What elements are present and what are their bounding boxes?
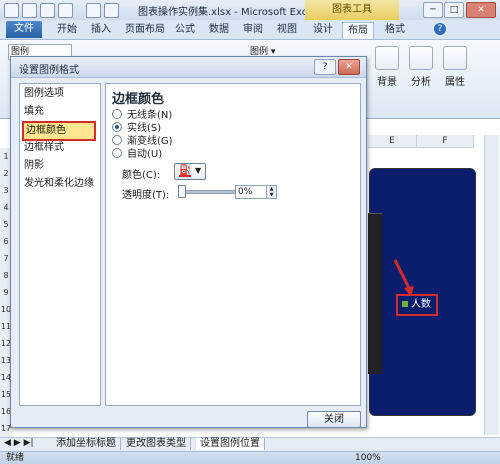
- legend-swatch: [402, 301, 408, 307]
- minimize-button[interactable]: ─: [423, 2, 443, 18]
- excel-logo-icon: [4, 3, 19, 18]
- plot-area[interactable]: [368, 213, 382, 374]
- chart-tools-label: 图表工具: [305, 0, 399, 20]
- zoom-level[interactable]: 100%: [355, 452, 381, 464]
- transparency-input[interactable]: 0%: [235, 185, 267, 199]
- tab-layout[interactable]: 布局: [342, 22, 374, 39]
- category-fill[interactable]: 填充: [24, 104, 44, 120]
- sheet-tab-add-axis-title[interactable]: 添加坐标标题: [52, 438, 121, 450]
- radio-solid-line[interactable]: [112, 122, 122, 132]
- transparency-slider-thumb[interactable]: [178, 185, 186, 198]
- sheet-tab-change-chart-type[interactable]: 更改图表类型: [122, 438, 191, 450]
- analysis-label: 分析: [411, 77, 431, 88]
- category-legend-options[interactable]: 图例选项: [24, 86, 64, 102]
- ribbon-tabs: 文件 开始 插入 页面布局 公式 数据 审阅 视图 设计 布局 格式 ?: [0, 20, 500, 40]
- transparency-slider-track[interactable]: [182, 190, 236, 194]
- color-label: 颜色(C):: [122, 170, 161, 181]
- title-bar: 图表操作实例集.xlsx - Microsoft Excel 图表工具 ─ □ …: [0, 0, 500, 21]
- category-glow-soft-edges[interactable]: 发光和柔化边缘: [24, 176, 94, 192]
- option-automatic-label: 自动(U): [127, 149, 163, 160]
- transparency-spinner[interactable]: ▲ ▼: [266, 185, 277, 199]
- option-no-line-label: 无线条(N): [127, 110, 173, 121]
- option-gradient-line[interactable]: 渐变线(G): [112, 135, 173, 148]
- color-picker-button[interactable]: ⛽ ▼: [174, 163, 206, 180]
- redo-icon[interactable]: [58, 3, 73, 18]
- category-list: 图例选项 填充 边框颜色 边框样式 阴影 发光和柔化边缘: [19, 83, 101, 406]
- radio-automatic[interactable]: [112, 148, 122, 158]
- status-ready: 就绪: [6, 453, 25, 463]
- sheet-nav-arrows[interactable]: ◀ ▶ ▶|: [4, 438, 34, 448]
- properties-icon: [443, 46, 467, 70]
- dialog-close-icon[interactable]: ✕: [338, 59, 360, 75]
- option-gradient-line-label: 渐变线(G): [127, 136, 173, 147]
- dialog-title: 设置图例格式: [19, 65, 79, 76]
- option-automatic[interactable]: 自动(U): [112, 148, 162, 161]
- maximize-button[interactable]: □: [444, 2, 464, 18]
- help-icon[interactable]: ?: [434, 23, 446, 35]
- undo-icon[interactable]: [40, 3, 55, 18]
- vertical-scrollbar[interactable]: [484, 135, 499, 435]
- column-header-e[interactable]: E: [368, 135, 417, 148]
- dialog-title-bar: 设置图例格式 ? ✕: [11, 57, 366, 78]
- tab-file[interactable]: 文件: [6, 21, 42, 38]
- tab-format[interactable]: 格式: [380, 22, 410, 38]
- category-shadow[interactable]: 阴影: [24, 158, 44, 174]
- chevron-down-icon: ▼: [195, 166, 202, 175]
- radio-gradient-line[interactable]: [112, 135, 122, 145]
- background-button[interactable]: 背景: [372, 46, 402, 88]
- window-title: 图表操作实例集.xlsx - Microsoft Excel: [138, 7, 317, 18]
- save-icon[interactable]: [22, 3, 37, 18]
- dialog-close-button[interactable]: 关闭: [307, 411, 361, 428]
- tab-review[interactable]: 审阅: [238, 22, 268, 38]
- option-solid-line-label: 实线(S): [127, 123, 162, 134]
- preview-icon[interactable]: [104, 3, 119, 18]
- tab-insert[interactable]: 插入: [86, 22, 116, 38]
- radio-no-line[interactable]: [112, 109, 122, 119]
- properties-button[interactable]: 属性: [440, 46, 470, 88]
- chart-legend[interactable]: 人数: [396, 294, 438, 316]
- tab-data[interactable]: 数据: [204, 22, 234, 38]
- print-icon[interactable]: [86, 3, 101, 18]
- option-solid-line[interactable]: 实线(S): [112, 122, 161, 135]
- sheet-tab-legend-position[interactable]: 设置图例位置: [196, 438, 265, 450]
- status-bar: 就绪 100%: [0, 451, 500, 464]
- dialog-help-button[interactable]: ?: [314, 59, 336, 75]
- properties-label: 属性: [445, 77, 465, 88]
- transparency-label: 透明度(T):: [122, 190, 170, 201]
- close-window-button[interactable]: ✕: [466, 2, 496, 18]
- background-icon: [375, 46, 399, 70]
- sheet-tab-bar: ◀ ▶ ▶| 添加坐标标题 更改图表类型 设置图例位置: [0, 437, 500, 451]
- panel-heading: 边框颜色: [112, 92, 165, 107]
- category-border-color[interactable]: 边框颜色: [22, 121, 96, 141]
- analysis-button[interactable]: 分析: [406, 46, 436, 88]
- category-border-style[interactable]: 边框样式: [24, 140, 64, 156]
- color-preview-bar: [179, 175, 191, 177]
- chart-area[interactable]: [368, 168, 476, 416]
- option-no-line[interactable]: 无线条(N): [112, 109, 172, 122]
- format-legend-dialog: 设置图例格式 ? ✕ 图例选项 填充 边框颜色 边框样式 阴影 发光和柔化边缘 …: [10, 56, 367, 428]
- red-arrow-annotation: [393, 259, 414, 297]
- column-header-f[interactable]: F: [417, 135, 474, 148]
- legend-label: 人数: [411, 299, 431, 310]
- analysis-icon: [409, 46, 433, 70]
- tab-page-layout[interactable]: 页面布局: [120, 22, 170, 38]
- background-label: 背景: [377, 77, 397, 88]
- tab-design[interactable]: 设计: [308, 22, 338, 38]
- tab-home[interactable]: 开始: [52, 22, 82, 38]
- tab-view[interactable]: 视图: [272, 22, 302, 38]
- tab-formulas[interactable]: 公式: [170, 22, 200, 38]
- border-color-panel: 边框颜色 无线条(N) 实线(S) 渐变线(G) 自动(U) 颜色(C): ⛽ …: [105, 83, 361, 406]
